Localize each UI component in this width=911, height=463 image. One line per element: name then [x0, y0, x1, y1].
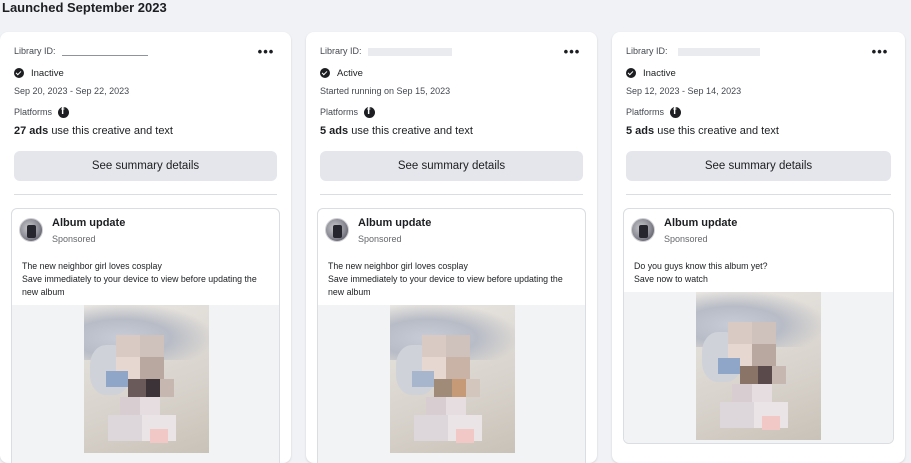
ads-count-row: 5 ads use this creative and text [320, 125, 473, 137]
sponsored-label: Sponsored [358, 234, 402, 244]
ad-card: Library ID: ••• Inactive Sep 12, 2023 - … [612, 32, 905, 463]
status-row: Active [320, 66, 363, 80]
more-options-button[interactable]: ••• [561, 42, 583, 60]
library-id-redacted [62, 48, 148, 56]
ad-body-line: Save immediately to your device to view … [328, 274, 563, 297]
divider [14, 194, 277, 195]
ads-count-row: 5 ads use this creative and text [626, 125, 779, 137]
ad-media-area [12, 305, 279, 463]
library-id-label: Library ID: [626, 46, 668, 56]
facebook-icon [58, 106, 70, 118]
page-name[interactable]: Album update [358, 217, 431, 229]
ad-card: Library ID: ••• Inactive Sep 20, 2023 - … [0, 32, 291, 463]
page-name[interactable]: Album update [52, 217, 125, 229]
platforms-row: Platforms [14, 105, 70, 119]
ad-image-blurred[interactable] [696, 292, 821, 440]
section-title: Launched September 2023 [2, 0, 167, 15]
ads-count-suffix: use this creative and text [351, 125, 473, 137]
more-options-button[interactable]: ••• [869, 42, 891, 60]
library-id-redacted [368, 48, 452, 56]
divider [320, 194, 583, 195]
ad-preview[interactable]: Album update Sponsored The new neighbor … [317, 208, 586, 463]
facebook-icon [670, 106, 682, 118]
page-name[interactable]: Album update [664, 217, 737, 229]
ad-media-area [624, 292, 893, 443]
library-id-row: Library ID: [320, 46, 583, 60]
platforms-label: Platforms [14, 107, 53, 117]
facebook-icon [364, 106, 376, 118]
library-id-label: Library ID: [320, 46, 362, 56]
library-id-redacted [678, 48, 760, 56]
ads-count: 5 ads [320, 125, 349, 137]
ads-count-row: 27 ads use this creative and text [14, 125, 173, 137]
ad-preview[interactable]: Album update Sponsored The new neighbor … [11, 208, 280, 463]
avatar[interactable] [631, 218, 655, 242]
divider [626, 194, 891, 195]
check-circle-icon [320, 68, 330, 78]
avatar[interactable] [19, 218, 43, 242]
ad-body-text: The new neighbor girl loves cosplay Save… [328, 260, 577, 299]
status-row: Inactive [626, 66, 676, 80]
library-id-row: Library ID: [14, 46, 277, 60]
sponsored-label: Sponsored [52, 234, 96, 244]
ads-count-suffix: use this creative and text [657, 125, 779, 137]
status-row: Inactive [14, 66, 64, 80]
platforms-row: Platforms [320, 105, 376, 119]
status-text: Inactive [31, 67, 64, 79]
ad-body-text: The new neighbor girl loves cosplay Save… [22, 260, 271, 299]
platforms-label: Platforms [320, 107, 359, 117]
ad-body-text: Do you guys know this album yet? Save no… [634, 260, 885, 286]
library-id-label: Library ID: [14, 46, 56, 56]
run-dates: Sep 20, 2023 - Sep 22, 2023 [14, 86, 130, 96]
ads-count-suffix: use this creative and text [51, 125, 173, 137]
library-id-row: Library ID: [626, 46, 891, 60]
ad-body-line: The new neighbor girl loves cosplay [22, 261, 162, 271]
ad-cards-grid: Library ID: ••• Inactive Sep 20, 2023 - … [0, 32, 911, 463]
ad-image-blurred[interactable] [390, 305, 515, 453]
more-options-button[interactable]: ••• [255, 42, 277, 60]
ad-image-blurred[interactable] [84, 305, 209, 453]
ad-preview[interactable]: Album update Sponsored Do you guys know … [623, 208, 894, 444]
status-text: Inactive [643, 67, 676, 79]
ad-media-area [318, 305, 585, 463]
see-summary-details-button[interactable]: See summary details [14, 151, 277, 181]
run-dates: Started running on Sep 15, 2023 [320, 86, 451, 96]
ad-body-line: Save immediately to your device to view … [22, 274, 257, 297]
ad-body-line: The new neighbor girl loves cosplay [328, 261, 468, 271]
run-dates: Sep 12, 2023 - Sep 14, 2023 [626, 86, 742, 96]
status-text: Active [337, 67, 363, 79]
check-circle-icon [14, 68, 24, 78]
avatar[interactable] [325, 218, 349, 242]
sponsored-label: Sponsored [664, 234, 708, 244]
ad-body-line: Do you guys know this album yet? [634, 261, 768, 271]
ads-count: 27 ads [14, 125, 49, 137]
see-summary-details-button[interactable]: See summary details [320, 151, 583, 181]
platforms-row: Platforms [626, 105, 682, 119]
ads-count: 5 ads [626, 125, 655, 137]
see-summary-details-button[interactable]: See summary details [626, 151, 891, 181]
check-circle-icon [626, 68, 636, 78]
ad-body-line: Save now to watch [634, 274, 708, 284]
ad-card: Library ID: ••• Active Started running o… [306, 32, 597, 463]
platforms-label: Platforms [626, 107, 665, 117]
